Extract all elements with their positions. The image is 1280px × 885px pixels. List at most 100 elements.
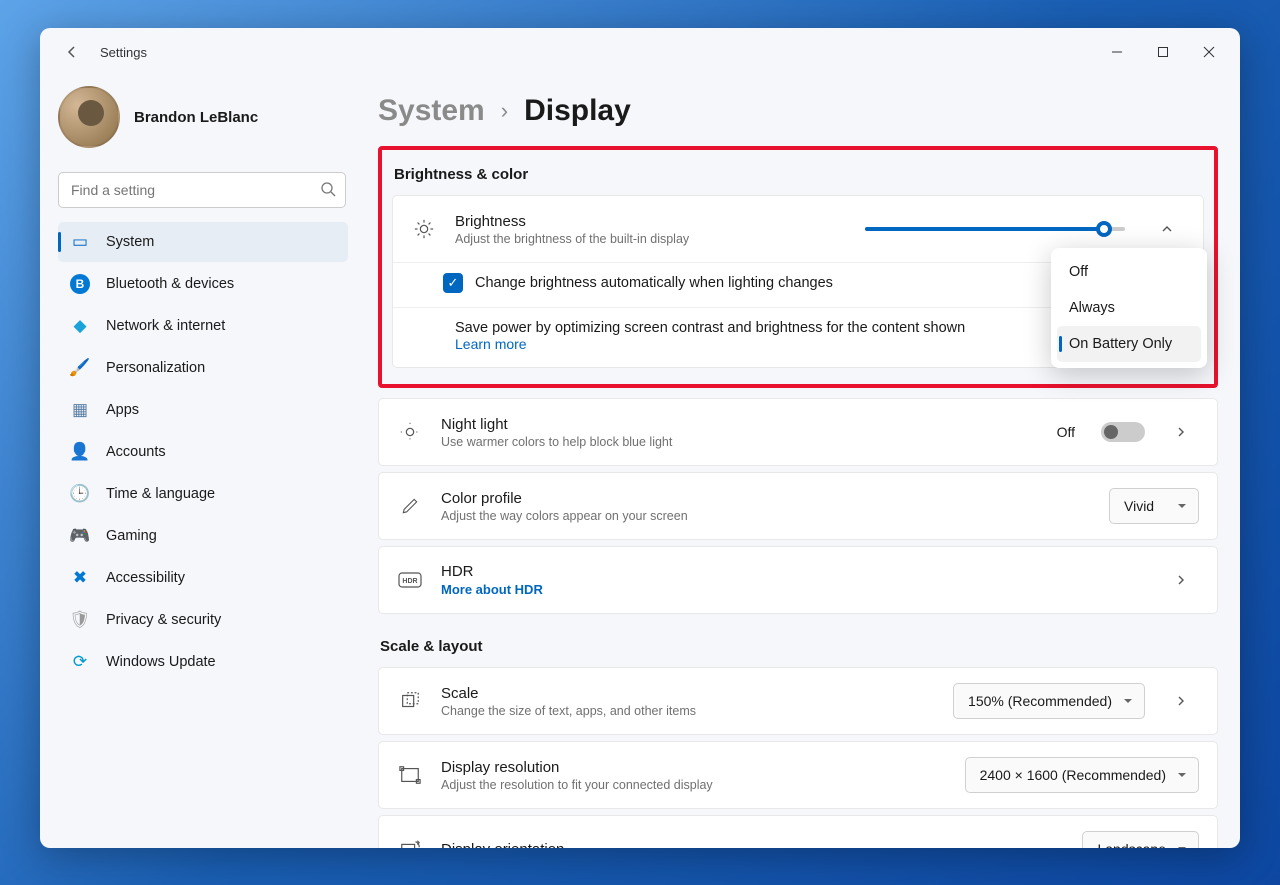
- resolution-icon: [397, 762, 423, 788]
- maximize-button[interactable]: [1140, 32, 1186, 72]
- search-container: [58, 172, 346, 208]
- hdr-icon: HDR: [397, 567, 423, 593]
- nav-label: Personalization: [106, 360, 205, 376]
- dropdown-option-off[interactable]: Off: [1057, 254, 1201, 290]
- expand-button[interactable]: [1149, 211, 1185, 247]
- user-name: Brandon LeBlanc: [134, 109, 258, 126]
- minimize-button[interactable]: [1094, 32, 1140, 72]
- sidebar: Brandon LeBlanc ▭ System B Bluetooth & dev…: [40, 76, 360, 848]
- row-desc: Adjust the resolution to fit your connec…: [441, 778, 947, 792]
- section-title: Scale & layout: [380, 638, 1218, 655]
- nav-label: Privacy & security: [106, 612, 221, 628]
- row-title: Display resolution: [441, 759, 947, 776]
- color-profile-select[interactable]: Vivid: [1109, 488, 1199, 524]
- settings-window: Settings Brandon LeBlanc ▭ System B Blueto…: [40, 28, 1240, 848]
- chevron-right-icon[interactable]: [1163, 414, 1199, 450]
- close-button[interactable]: [1186, 32, 1232, 72]
- window-title: Settings: [100, 45, 147, 60]
- nav-bluetooth[interactable]: B Bluetooth & devices: [58, 264, 348, 304]
- section-title: Brightness & color: [394, 166, 1204, 183]
- hdr-card[interactable]: HDR HDR More about HDR: [378, 546, 1218, 614]
- network-icon: ◆: [70, 316, 90, 336]
- chevron-right-icon: ›: [501, 98, 508, 124]
- row-title: Color profile: [441, 490, 1091, 507]
- nav-label: Gaming: [106, 528, 157, 544]
- nav-update[interactable]: ⟳ Windows Update: [58, 642, 348, 682]
- scale-card[interactable]: Scale Change the size of text, apps, and…: [378, 667, 1218, 735]
- nav-label: Windows Update: [106, 654, 216, 670]
- nav-label: Accessibility: [106, 570, 185, 586]
- pen-icon: [397, 493, 423, 519]
- brightness-card: Brightness Adjust the brightness of the …: [392, 195, 1204, 368]
- scale-icon: [397, 688, 423, 714]
- nav-label: Network & internet: [106, 318, 225, 334]
- row-desc: Adjust the brightness of the built-in di…: [455, 232, 847, 246]
- scale-select[interactable]: 150% (Recommended): [953, 683, 1145, 719]
- color-profile-card[interactable]: Color profile Adjust the way colors appe…: [378, 472, 1218, 540]
- dropdown-option-battery[interactable]: On Battery Only: [1057, 326, 1201, 362]
- nav-time[interactable]: 🕒 Time & language: [58, 474, 348, 514]
- chevron-right-icon[interactable]: [1163, 562, 1199, 598]
- row-title: Display orientation: [441, 841, 1064, 849]
- nav-label: System: [106, 234, 154, 250]
- content-area: System › Display Brightness & color Brig…: [360, 76, 1240, 848]
- search-input[interactable]: [58, 172, 346, 208]
- nav-network[interactable]: ◆ Network & internet: [58, 306, 348, 346]
- nav-accounts[interactable]: 👤 Accounts: [58, 432, 348, 472]
- night-light-card[interactable]: Night light Use warmer colors to help bl…: [378, 398, 1218, 466]
- hdr-link[interactable]: More about HDR: [441, 582, 1145, 597]
- dropdown-option-always[interactable]: Always: [1057, 290, 1201, 326]
- apps-icon: ▦: [70, 400, 90, 420]
- nav-label: Accounts: [106, 444, 166, 460]
- toggle-state: Off: [1057, 424, 1075, 440]
- save-power-text: Save power by optimizing screen contrast…: [455, 320, 965, 336]
- orientation-select[interactable]: Landscape: [1082, 831, 1199, 848]
- checkbox-label: Change brightness automatically when lig…: [475, 275, 833, 291]
- row-desc: Change the size of text, apps, and other…: [441, 704, 935, 718]
- svg-text:HDR: HDR: [402, 578, 417, 585]
- row-title: Brightness: [455, 213, 847, 230]
- gaming-icon: 🎮: [70, 526, 90, 546]
- nav-personalization[interactable]: 🖌️ Personalization: [58, 348, 348, 388]
- update-icon: ⟳: [70, 652, 90, 672]
- brush-icon: 🖌️: [70, 358, 90, 378]
- shield-icon: 🛡: [70, 610, 90, 630]
- learn-more-link[interactable]: Learn more: [455, 336, 527, 352]
- auto-brightness-checkbox[interactable]: ✓: [443, 273, 463, 293]
- nav-label: Bluetooth & devices: [106, 276, 234, 292]
- nav-list: ▭ System B Bluetooth & devices ◆ Network & …: [58, 222, 348, 682]
- highlighted-section: Brightness & color Brightness Adjust the…: [378, 146, 1218, 388]
- brightness-icon: [411, 216, 437, 242]
- row-title: HDR: [441, 563, 1145, 580]
- back-button[interactable]: [52, 32, 92, 72]
- chevron-right-icon[interactable]: [1163, 683, 1199, 719]
- orientation-icon: [397, 836, 423, 848]
- accounts-icon: 👤: [70, 442, 90, 462]
- nav-label: Apps: [106, 402, 139, 418]
- breadcrumb: System › Display: [378, 94, 1218, 128]
- accessibility-icon: ✖: [70, 568, 90, 588]
- clock-icon: 🕒: [70, 484, 90, 504]
- nav-apps[interactable]: ▦ Apps: [58, 390, 348, 430]
- nav-accessibility[interactable]: ✖ Accessibility: [58, 558, 348, 598]
- titlebar: Settings: [40, 28, 1240, 76]
- window-controls: [1094, 32, 1232, 72]
- resolution-select[interactable]: 2400 × 1600 (Recommended): [965, 757, 1199, 793]
- breadcrumb-parent[interactable]: System: [378, 94, 485, 128]
- avatar: [58, 86, 120, 148]
- brightness-slider[interactable]: [865, 227, 1125, 231]
- save-power-row: Save power by optimizing screen contrast…: [393, 307, 1203, 367]
- resolution-card[interactable]: Display resolution Adjust the resolution…: [378, 741, 1218, 809]
- nav-label: Time & language: [106, 486, 215, 502]
- nav-gaming[interactable]: 🎮 Gaming: [58, 516, 348, 556]
- nav-system[interactable]: ▭ System: [58, 222, 348, 262]
- bluetooth-icon: B: [70, 274, 90, 294]
- system-icon: ▭: [70, 232, 90, 252]
- orientation-card[interactable]: Display orientation Landscape: [378, 815, 1218, 848]
- row-desc: Use warmer colors to help block blue lig…: [441, 435, 1039, 449]
- user-profile[interactable]: Brandon LeBlanc: [58, 86, 352, 148]
- row-title: Night light: [441, 416, 1039, 433]
- brightness-dropdown: Off Always On Battery Only: [1051, 248, 1207, 368]
- nav-privacy[interactable]: 🛡 Privacy & security: [58, 600, 348, 640]
- night-light-toggle[interactable]: [1101, 422, 1145, 442]
